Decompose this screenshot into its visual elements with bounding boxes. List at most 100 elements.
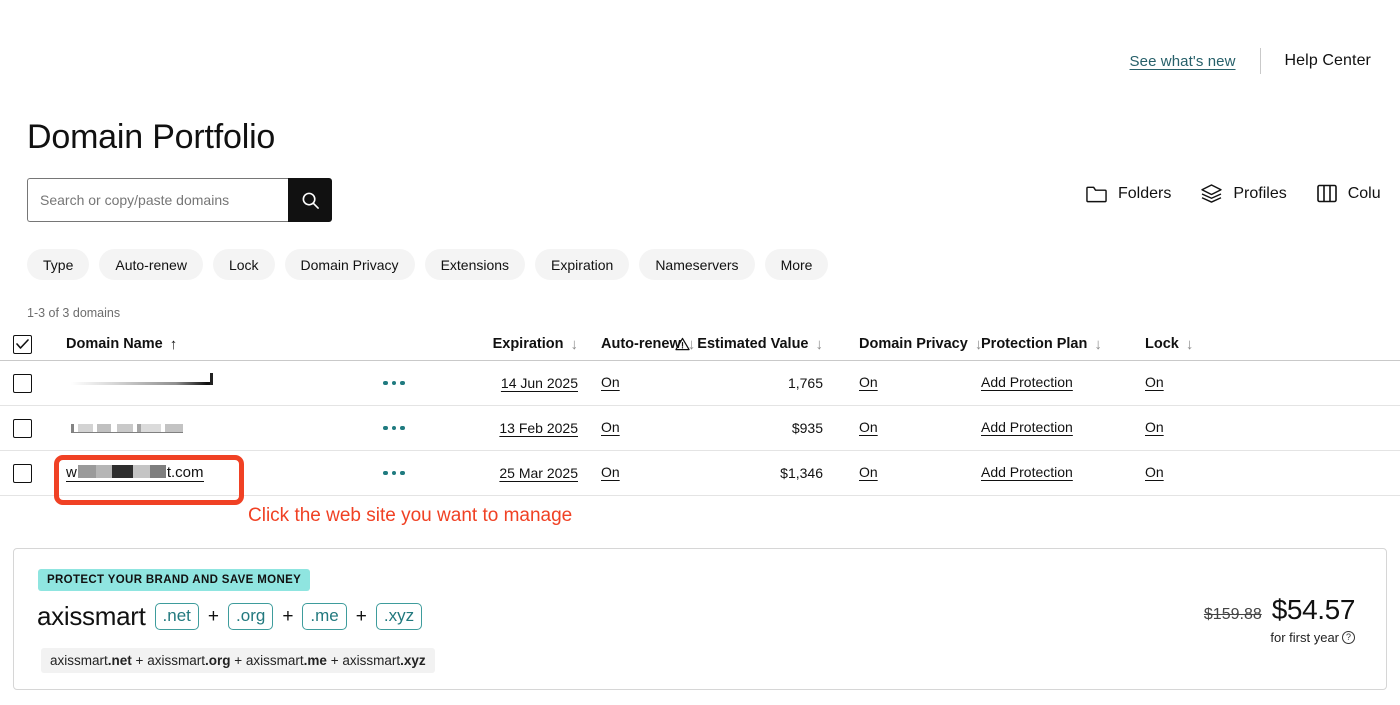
row-checkbox[interactable] xyxy=(13,418,32,438)
add-protection-link[interactable]: Add Protection xyxy=(981,419,1073,435)
sort-arrow-down-icon: ↓ xyxy=(570,335,579,353)
page-title: Domain Portfolio xyxy=(27,118,276,156)
domain-privacy-cell: On xyxy=(823,464,945,482)
help-center-link[interactable]: Help Center xyxy=(1285,52,1371,70)
domain-suffix: t.com xyxy=(166,464,204,481)
promo-plus-separator: + xyxy=(207,605,220,627)
layers-icon xyxy=(1201,184,1223,203)
domain-name-cell[interactable] xyxy=(66,423,381,433)
promo-plus-separator: + xyxy=(355,605,367,627)
filter-chip-expiration[interactable]: Expiration xyxy=(535,249,630,280)
header-estimated-value[interactable]: Estimated Value ↓ xyxy=(666,336,823,353)
estimated-value-text: $1,346 xyxy=(780,465,823,481)
header-lock-label: Lock xyxy=(1145,336,1179,352)
lock-link[interactable]: On xyxy=(1145,464,1164,480)
row-overflow-menu-icon[interactable] xyxy=(381,420,407,437)
add-protection-link[interactable]: Add Protection xyxy=(981,374,1073,390)
add-protection-link[interactable]: Add Protection xyxy=(981,464,1073,480)
auto-renew-cell: On xyxy=(578,419,666,437)
filter-chip-auto-renew[interactable]: Auto-renew xyxy=(99,249,203,280)
columns-button[interactable]: Colu xyxy=(1316,184,1381,203)
row-overflow-menu-icon[interactable] xyxy=(381,465,407,482)
filter-chip-nameservers[interactable]: Nameservers xyxy=(639,249,755,280)
promo-tld-net[interactable]: .net xyxy=(154,603,199,630)
filter-chip-lock[interactable]: Lock xyxy=(212,249,275,280)
expiration-link[interactable]: 14 Jun 2025 xyxy=(501,375,578,391)
header-lock[interactable]: Lock ↓ xyxy=(1109,335,1209,353)
domain-privacy-link[interactable]: On xyxy=(859,464,878,480)
lock-link[interactable]: On xyxy=(1145,419,1164,435)
domain-portfolio-page: See what's new Help Center Domain Portfo… xyxy=(0,0,1400,705)
expiration-cell: 14 Jun 2025 xyxy=(468,375,578,391)
domain-privacy-link[interactable]: On xyxy=(859,419,878,435)
domain-privacy-link[interactable]: On xyxy=(859,374,878,390)
filter-chip-more[interactable]: More xyxy=(764,249,829,280)
filter-chip-extensions[interactable]: Extensions xyxy=(424,249,526,280)
auto-renew-cell: On xyxy=(578,464,666,482)
domain-name-cell[interactable] xyxy=(66,372,381,385)
auto-renew-link[interactable]: On xyxy=(601,419,620,435)
help-tooltip-icon[interactable]: ? xyxy=(1342,631,1355,644)
bundle-name-2: axissmart xyxy=(147,653,205,668)
promo-brand-name: axissmart xyxy=(37,601,146,631)
header-domain-name[interactable]: Domain Name ↑ xyxy=(66,336,381,353)
header-expiration[interactable]: Expiration ↓ xyxy=(468,336,578,353)
promo-badge: PROTECT YOUR BRAND AND SAVE MONEY xyxy=(38,569,311,591)
header-domain-privacy[interactable]: Domain Privacy ↓ xyxy=(823,335,982,353)
domain-privacy-cell: On xyxy=(823,374,945,392)
promo-banner[interactable]: PROTECT YOUR BRAND AND SAVE MONEY axissm… xyxy=(13,548,1387,690)
filter-chip-domain-privacy[interactable]: Domain Privacy xyxy=(284,249,415,280)
expiration-link[interactable]: 13 Feb 2025 xyxy=(499,420,578,436)
filter-chip-row: Type Auto-renew Lock Domain Privacy Exte… xyxy=(27,249,829,280)
row-actions-cell xyxy=(381,465,468,482)
filter-chip-type[interactable]: Type xyxy=(27,249,90,280)
profiles-button[interactable]: Profiles xyxy=(1201,184,1287,203)
header-protection-plan-label: Protection Plan xyxy=(981,336,1088,352)
lock-link[interactable]: On xyxy=(1145,374,1164,390)
bundle-name-3: axissmart xyxy=(245,653,304,668)
search-input[interactable] xyxy=(27,178,288,222)
lock-cell: On xyxy=(1109,464,1209,482)
domain-name-cell[interactable]: w t.com xyxy=(66,464,381,482)
header-auto-renew[interactable]: Auto-renew ↓ xyxy=(578,335,695,353)
see-whats-new-link[interactable]: See what's new xyxy=(1130,53,1236,70)
promo-tld-me[interactable]: .me xyxy=(302,603,347,630)
estimated-value-text: 1,765 xyxy=(787,375,823,391)
bundle-tld-2: .org xyxy=(204,653,231,668)
table-row[interactable]: w t.com 25 Mar 2025 On $1,346 On Add Pro… xyxy=(0,451,1400,496)
auto-renew-link[interactable]: On xyxy=(601,374,620,390)
header-domain-name-label: Domain Name xyxy=(66,336,163,352)
estimated-value-cell: $1,346 xyxy=(666,465,823,481)
domains-table: Domain Name ↑ Expiration ↓ Auto-renew ↓ Est… xyxy=(0,328,1400,496)
promo-tld-xyz[interactable]: .xyz xyxy=(375,603,423,630)
sort-arrow-down-icon: ↓ xyxy=(1094,335,1102,353)
header-protection-plan[interactable]: Protection Plan ↓ xyxy=(945,335,1109,353)
bundle-tld-1: .net xyxy=(107,653,132,668)
expiration-cell: 25 Mar 2025 xyxy=(468,465,578,481)
row-checkbox[interactable] xyxy=(13,463,32,483)
sort-arrow-down-icon: ↓ xyxy=(1185,335,1194,353)
select-all-checkbox[interactable] xyxy=(13,334,32,354)
auto-renew-link[interactable]: On xyxy=(601,464,620,480)
results-count: 1-3 of 3 domains xyxy=(27,306,121,320)
row-checkbox[interactable] xyxy=(13,373,32,393)
table-row[interactable]: 14 Jun 2025 On 1,765 On Add Protection O… xyxy=(0,361,1400,406)
header-expiration-label: Expiration xyxy=(492,336,564,352)
domain-name-link[interactable]: w t.com xyxy=(66,464,204,482)
row-actions-cell xyxy=(381,420,468,437)
folder-icon xyxy=(1086,186,1107,202)
expiration-link[interactable]: 25 Mar 2025 xyxy=(499,465,578,481)
bundle-tld-4: .xyz xyxy=(400,653,426,668)
sale-price: $54.57 xyxy=(1271,594,1356,625)
columns-label: Colu xyxy=(1347,184,1381,202)
row-select-cell xyxy=(13,418,66,438)
protection-plan-cell: Add Protection xyxy=(945,419,1109,437)
row-overflow-menu-icon[interactable] xyxy=(381,375,407,392)
table-row[interactable]: 13 Feb 2025 On $935 On Add Protection On xyxy=(0,406,1400,451)
search-button[interactable] xyxy=(288,178,332,222)
lock-cell: On xyxy=(1109,374,1209,392)
folders-button[interactable]: Folders xyxy=(1086,185,1171,203)
auto-renew-cell: On xyxy=(578,374,666,392)
promo-tld-org[interactable]: .org xyxy=(228,603,274,630)
bundle-tld-3: .me xyxy=(303,653,327,668)
